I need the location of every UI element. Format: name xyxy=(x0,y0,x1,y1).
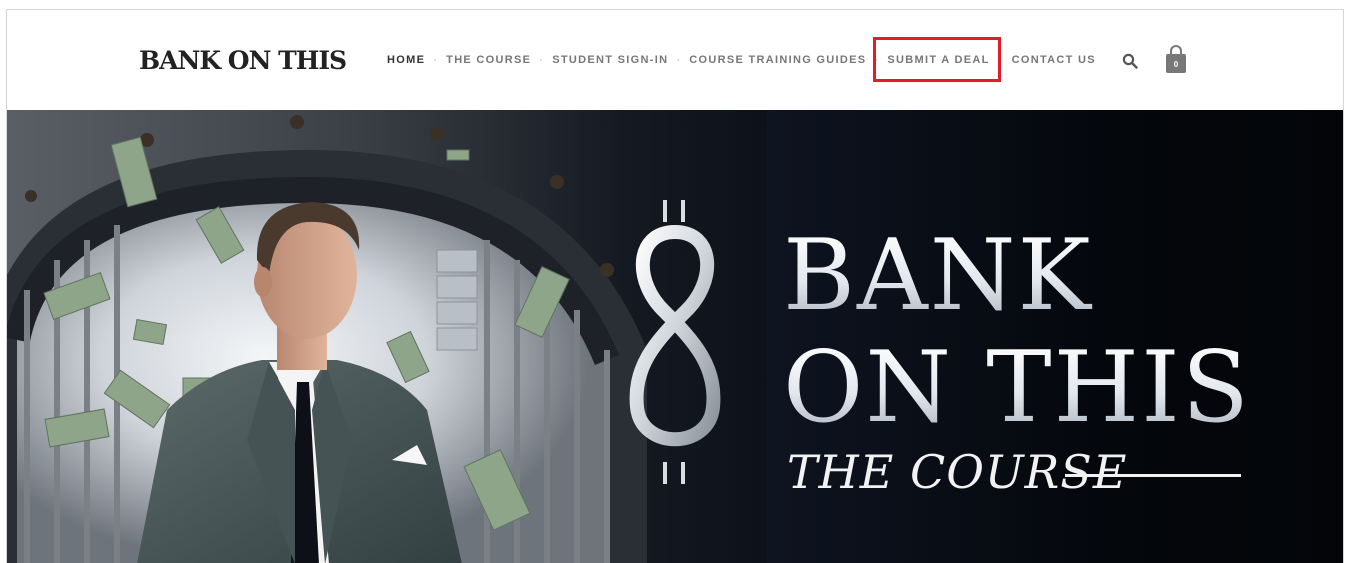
browser-viewport: BANK ON THIS HOME · THE COURSE · STUDENT… xyxy=(6,9,1344,563)
nav-separator: · xyxy=(433,54,439,66)
nav-separator: · xyxy=(539,54,545,66)
nav-the-course[interactable]: THE COURSE xyxy=(446,54,531,66)
dollar-infinity-logo-icon xyxy=(629,200,721,484)
search-icon[interactable] xyxy=(1122,53,1138,69)
submit-a-deal-highlight xyxy=(873,37,1001,82)
cart-count-badge: 0 xyxy=(1173,60,1179,69)
hero-title-bank: BANK xyxy=(783,219,1093,333)
nav-home[interactable]: HOME xyxy=(387,54,425,66)
hero-banner: BANK ON THIS THE COURSE xyxy=(7,110,1343,563)
hero-subtitle-rule xyxy=(1065,474,1241,477)
nav-student-sign-in[interactable]: STUDENT SIGN-IN xyxy=(552,54,668,66)
hero-title-on-this: ON THIS xyxy=(783,331,1251,445)
shopping-bag-icon[interactable]: 0 xyxy=(1165,44,1187,74)
nav-contact-us[interactable]: CONTACT US xyxy=(1012,54,1096,66)
nav-course-training-guides[interactable]: COURSE TRAINING GUIDES xyxy=(689,54,866,66)
site-header: BANK ON THIS HOME · THE COURSE · STUDENT… xyxy=(7,10,1343,110)
site-logo[interactable]: BANK ON THIS xyxy=(139,46,347,75)
hero-subtitle-the-course: THE COURSE xyxy=(787,445,1128,499)
nav-separator: · xyxy=(676,54,682,66)
